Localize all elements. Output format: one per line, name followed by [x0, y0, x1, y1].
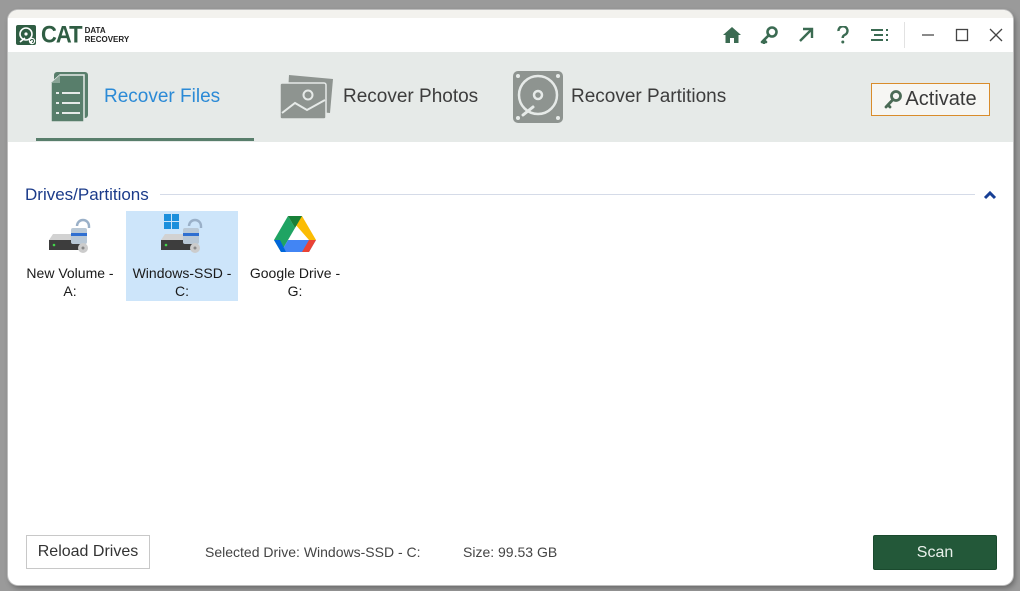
logo-subtitle-line1: DATA: [84, 26, 106, 35]
section-divider: [160, 194, 975, 195]
drive-item-g[interactable]: Google Drive - G:: [239, 211, 351, 301]
selected-drive-status: Selected Drive: Windows-SSD - C:: [205, 544, 421, 560]
collapse-section-button[interactable]: [983, 188, 999, 202]
license-key-button[interactable]: [750, 18, 787, 52]
maximize-icon: [955, 28, 969, 42]
menu-button[interactable]: [861, 18, 898, 52]
drive-letter: C:: [175, 283, 189, 299]
external-link-icon: [798, 27, 813, 42]
key-icon: [885, 89, 903, 108]
title-bar: CAT DATA RECOVERY: [8, 18, 1013, 52]
minimize-button[interactable]: [911, 18, 945, 52]
reload-drives-button[interactable]: Reload Drives: [26, 535, 150, 569]
activate-label: Activate: [905, 88, 977, 110]
active-tab-indicator: [36, 138, 254, 141]
hard-disk-icon: [513, 71, 563, 123]
google-drive-icon: [274, 216, 316, 252]
drive-letter: A:: [63, 283, 77, 299]
close-button[interactable]: [979, 18, 1013, 52]
tab-recover-partitions[interactable]: Recover Partitions: [513, 52, 726, 142]
drive-letter: G:: [287, 283, 303, 299]
help-icon: [836, 26, 849, 44]
title-bar-actions: [713, 18, 1013, 52]
help-button[interactable]: [824, 18, 861, 52]
logo-disk-icon: [16, 25, 36, 45]
title-bar-divider: [904, 22, 905, 48]
document-list-icon: [50, 72, 88, 122]
logo-subtitle: DATA RECOVERY: [85, 26, 130, 44]
key-icon: [760, 26, 778, 44]
drives-section-title: Drives/Partitions: [25, 185, 149, 204]
activate-button[interactable]: Activate: [871, 83, 990, 116]
locked-drive-icon: [49, 218, 91, 253]
app-logo: CAT DATA RECOVERY: [15, 20, 129, 50]
tab-label: Recover Files: [104, 86, 221, 107]
drive-item-c[interactable]: Windows-SSD - C:: [126, 211, 238, 301]
drive-name: Windows-SSD -: [132, 265, 232, 281]
tab-recover-files[interactable]: Recover Files: [48, 52, 220, 142]
chevron-up-icon: [983, 190, 997, 200]
photos-icon: [279, 75, 333, 120]
tab-recover-photos[interactable]: Recover Photos: [279, 52, 478, 142]
close-icon: [989, 28, 1003, 42]
home-icon: [722, 27, 741, 43]
open-link-button[interactable]: [787, 18, 824, 52]
drive-name: New Volume -: [26, 265, 114, 281]
logo-subtitle-line2: RECOVERY: [84, 35, 130, 44]
home-button[interactable]: [713, 18, 750, 52]
menu-icon: [870, 29, 888, 41]
tab-label: Recover Partitions: [571, 86, 727, 107]
window-top-strip: [8, 10, 1013, 18]
maximize-button[interactable]: [945, 18, 979, 52]
drive-size-status: Size: 99.53 GB: [463, 544, 558, 560]
logo-cat-text: CAT: [41, 20, 83, 49]
drive-item-a[interactable]: New Volume - A:: [14, 211, 126, 301]
scan-button[interactable]: Scan: [873, 535, 997, 570]
feature-tab-bar: Recover Files Recover Photos Recover Par…: [8, 52, 1013, 142]
windows-locked-drive-icon: [161, 214, 203, 253]
drive-name: Google Drive -: [249, 265, 341, 281]
minimize-icon: [922, 34, 934, 36]
app-window: CAT DATA RECOVERY Recover Files Recover …: [8, 10, 1013, 585]
tab-label: Recover Photos: [343, 86, 479, 107]
